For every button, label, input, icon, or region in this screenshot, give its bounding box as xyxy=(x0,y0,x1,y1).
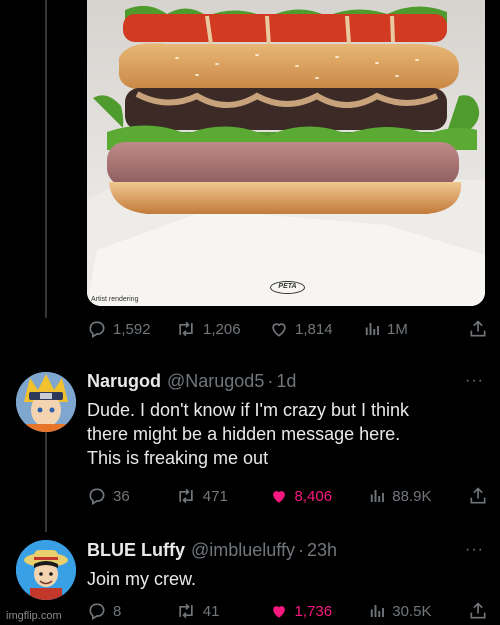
reply-header: Narugod @Narugod5 · 1d xyxy=(87,371,296,392)
user-handle[interactable]: @Narugod5 xyxy=(167,371,264,392)
thread-line xyxy=(45,432,47,532)
share-button[interactable] xyxy=(468,601,488,621)
reply-button[interactable]: 8 xyxy=(87,601,175,621)
reply-text-line: Dude. I don't know if I'm crazy but I th… xyxy=(87,400,410,420)
reply-header: BLUE Luffy @imblueluffy · 23h xyxy=(87,540,337,561)
more-options-button[interactable]: ··· xyxy=(465,372,484,390)
views-button[interactable]: 1M xyxy=(363,319,463,339)
main-tweet-actions: 1,592 1,206 1,814 1M xyxy=(87,318,488,340)
display-name[interactable]: Narugod xyxy=(87,371,161,392)
reply-count: 8 xyxy=(113,602,122,620)
imgflip-watermark: imgflip.com xyxy=(6,610,62,622)
retweet-count: 471 xyxy=(202,487,228,505)
like-count: 1,736 xyxy=(294,602,333,620)
reply-text: Dude. I don't know if I'm crazy but I th… xyxy=(87,398,487,470)
naruto-avatar-icon xyxy=(16,372,76,432)
burger-illustration xyxy=(87,0,485,306)
heart-icon xyxy=(272,323,286,337)
share-icon xyxy=(470,602,486,619)
peta-logo: PETA xyxy=(270,281,305,294)
retweet-count: 1,206 xyxy=(203,320,241,338)
share-button[interactable] xyxy=(468,319,488,339)
share-button[interactable] xyxy=(468,486,488,506)
share-icon xyxy=(470,320,486,337)
view-count: 1M xyxy=(387,320,408,338)
heart-filled-icon xyxy=(272,606,285,618)
retweet-button[interactable]: 41 xyxy=(175,601,269,621)
reply-icon xyxy=(89,321,105,338)
reply-button[interactable]: 1,592 xyxy=(87,319,175,339)
reply-actions: 36 471 8,406 88.9K xyxy=(87,485,488,507)
reply-text-line: Join my crew. xyxy=(87,569,197,589)
view-count: 30.5K xyxy=(392,602,432,620)
like-button[interactable]: 1,736 xyxy=(269,601,369,621)
views-button[interactable]: 30.5K xyxy=(368,601,468,621)
like-button[interactable]: 1,814 xyxy=(269,319,363,339)
reply-icon xyxy=(89,488,105,505)
reply-icon xyxy=(89,603,105,620)
reply-button[interactable]: 36 xyxy=(87,486,175,506)
tweet-media-image[interactable]: PETA Artist rendering xyxy=(87,0,485,306)
timestamp[interactable]: 1d xyxy=(276,371,296,392)
reply-text-line: This is freaking me out xyxy=(87,448,269,468)
timestamp[interactable]: 23h xyxy=(307,540,337,561)
views-icon xyxy=(365,323,379,335)
retweet-icon xyxy=(179,321,193,337)
share-icon xyxy=(470,487,486,504)
like-count: 1,814 xyxy=(295,320,333,338)
reply-text: Join my crew. xyxy=(87,567,487,591)
like-button[interactable]: 8,406 xyxy=(269,486,369,506)
avatar[interactable] xyxy=(16,540,76,600)
views-icon xyxy=(371,605,385,617)
views-icon xyxy=(371,490,385,502)
view-count: 88.9K xyxy=(392,487,432,505)
user-handle[interactable]: @imblueluffy xyxy=(191,540,295,561)
separator-dot: · xyxy=(267,371,274,391)
avatar[interactable] xyxy=(16,372,76,432)
reply-count: 36 xyxy=(113,487,130,505)
retweet-icon xyxy=(179,488,193,504)
reply-text-line: there might be a hidden message here. xyxy=(87,424,401,444)
retweet-icon xyxy=(179,603,193,619)
separator-dot: · xyxy=(297,540,304,560)
retweet-count: 41 xyxy=(202,602,220,620)
heart-filled-icon xyxy=(272,491,285,503)
thread-line xyxy=(45,0,47,318)
retweet-button[interactable]: 1,206 xyxy=(175,319,269,339)
views-button[interactable]: 88.9K xyxy=(368,486,468,506)
luffy-avatar-icon xyxy=(16,540,76,600)
reply-actions: 8 41 1,736 30.5K xyxy=(87,600,488,622)
more-options-button[interactable]: ··· xyxy=(465,541,484,559)
media-caption: Artist rendering xyxy=(91,296,139,303)
reply-count: 1,592 xyxy=(113,320,151,338)
display-name[interactable]: BLUE Luffy xyxy=(87,540,185,561)
retweet-button[interactable]: 471 xyxy=(175,486,269,506)
like-count: 8,406 xyxy=(294,487,333,505)
